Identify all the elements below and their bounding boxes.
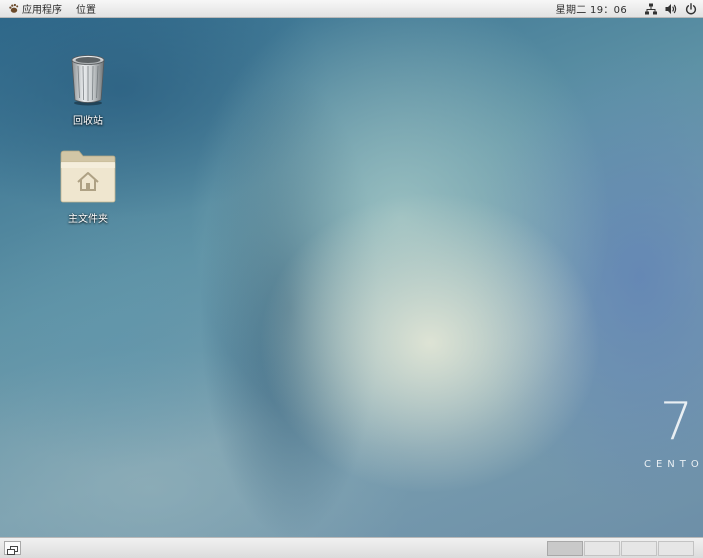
panel-right: 星期二 19：06 bbox=[556, 0, 697, 17]
centos-version-number: 7 bbox=[659, 392, 693, 452]
workspace-2[interactable] bbox=[584, 541, 620, 556]
applications-menu[interactable]: 应用程序 bbox=[4, 0, 66, 17]
workspace-3[interactable] bbox=[621, 541, 657, 556]
network-icon[interactable] bbox=[645, 3, 657, 15]
volume-icon[interactable] bbox=[665, 3, 677, 15]
applications-label: 应用程序 bbox=[22, 5, 62, 16]
screen: 应用程序 位置 星期二 19：06 回收站 主文件夹 7 CENTO bbox=[0, 0, 703, 558]
places-menu[interactable]: 位置 bbox=[72, 0, 100, 17]
clock[interactable]: 星期二 19：06 bbox=[556, 1, 627, 16]
power-icon[interactable] bbox=[685, 2, 697, 15]
show-desktop-icon bbox=[5, 542, 20, 558]
centos-brand-name: CENTOS bbox=[644, 459, 703, 470]
workspace-1[interactable] bbox=[547, 541, 583, 556]
desktop-icon-label: 主文件夹 bbox=[68, 214, 108, 225]
desktop-icon-trash[interactable]: 回收站 bbox=[52, 52, 124, 127]
desktop[interactable]: 回收站 主文件夹 7 CENTOS bbox=[0, 18, 703, 537]
panel-left: 应用程序 位置 bbox=[4, 0, 100, 17]
desktop-icon-home-folder[interactable]: 主文件夹 bbox=[52, 148, 124, 225]
bottom-panel bbox=[0, 537, 703, 558]
home-folder-icon bbox=[59, 150, 117, 208]
workspace-4[interactable] bbox=[658, 541, 694, 556]
show-desktop-button[interactable] bbox=[4, 541, 21, 555]
trash-icon bbox=[66, 55, 110, 110]
desktop-icon-label: 回收站 bbox=[73, 116, 103, 127]
workspace-switcher[interactable] bbox=[547, 541, 695, 556]
gnome-foot-icon bbox=[8, 3, 19, 14]
top-panel: 应用程序 位置 星期二 19：06 bbox=[0, 0, 703, 18]
places-label: 位置 bbox=[76, 5, 96, 16]
